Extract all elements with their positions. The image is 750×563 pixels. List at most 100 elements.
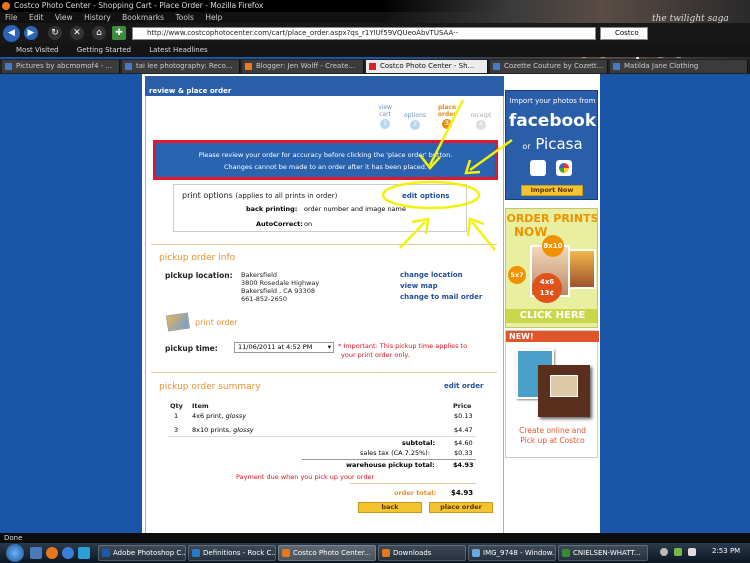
- taskbar-costco[interactable]: Costco Photo Center...: [278, 545, 376, 561]
- pickup-info-title: pickup order info: [159, 253, 236, 263]
- print-options-note: (applies to all prints in order): [235, 192, 338, 200]
- photobook-cover: [538, 365, 590, 417]
- subtotal-label: subtotal:: [402, 439, 436, 447]
- row-item: 8x10 prints,: [192, 426, 232, 434]
- bookmark-getting-started[interactable]: Getting Started: [77, 46, 131, 54]
- step-label: options: [403, 112, 427, 119]
- taskbar-label: Definitions - Rock C...: [203, 549, 276, 557]
- review-alert: Please review your order for accuracy be…: [153, 140, 498, 180]
- tab-matilda[interactable]: Matilda Jane Clothing: [610, 60, 748, 73]
- bookmark-most-visited[interactable]: Most Visited: [16, 46, 59, 54]
- step-number: 1: [380, 119, 390, 129]
- tray-icon[interactable]: [660, 548, 668, 556]
- tax-value: $0.33: [454, 449, 473, 457]
- taskbar-label: Downloads: [393, 549, 432, 557]
- print-options-box: print options (applies to all prints in …: [173, 184, 467, 232]
- menu-edit[interactable]: Edit: [29, 13, 44, 22]
- back-button[interactable]: back: [358, 502, 422, 513]
- taskbar-definitions[interactable]: Definitions - Rock C...: [188, 545, 276, 561]
- home-icon[interactable]: ⌂: [92, 26, 106, 40]
- search-value: Costco: [615, 29, 639, 37]
- tab-pictures[interactable]: Pictures by abcmomof4 - ...: [2, 60, 120, 73]
- show-desktop-icon[interactable]: [30, 547, 42, 559]
- addon-icon[interactable]: ✚: [112, 26, 126, 40]
- tax-label: sales tax (CA 7.25%):: [360, 449, 431, 457]
- blogger-icon: [245, 63, 252, 70]
- row-finish: glossy: [225, 412, 247, 420]
- picasa-icon: [556, 160, 572, 176]
- row-price: $0.13: [454, 412, 473, 420]
- column-price: Price: [453, 402, 472, 410]
- taskbar-cnielsen[interactable]: CNIELSEN-WHATT...: [558, 545, 648, 561]
- network-icon[interactable]: [674, 548, 682, 556]
- volume-icon[interactable]: [688, 548, 696, 556]
- address-bar[interactable]: http://www.costcophotocenter.com/cart/pl…: [132, 27, 596, 40]
- taskbar-downloads[interactable]: Downloads: [378, 545, 466, 561]
- step-label: view cart: [378, 104, 392, 118]
- order-prints-ad[interactable]: ORDER PRINTS NOW 8x10 5x7 4x6 13¢ CLICK …: [505, 208, 598, 328]
- menu-file[interactable]: File: [5, 13, 18, 22]
- important-note-2: your print order only.: [341, 351, 410, 359]
- tab-tai-lee[interactable]: tai lee photography: Reco...: [122, 60, 240, 73]
- import-now-button[interactable]: Import Now: [521, 185, 583, 196]
- media-quicklaunch-icon[interactable]: [78, 547, 90, 559]
- size-8x10-badge: 8x10: [542, 235, 564, 257]
- taskbar-photoshop[interactable]: Adobe Photoshop C...: [98, 545, 186, 561]
- window-icon: [192, 549, 200, 557]
- print-photo-icon: [165, 312, 191, 332]
- step-options[interactable]: options 2: [403, 112, 427, 130]
- change-location-link[interactable]: change location: [400, 271, 463, 279]
- photobooks-ad[interactable]: NEW! PHOTOBOOKS Create online and Pick u…: [505, 330, 599, 458]
- import-text: Import your photos from: [509, 97, 596, 105]
- menu-tools[interactable]: Tools: [175, 13, 193, 22]
- row-finish: glossy: [233, 426, 254, 434]
- menu-help[interactable]: Help: [205, 13, 222, 22]
- facebook-icon: [530, 160, 546, 176]
- stop-icon[interactable]: ✕: [70, 26, 84, 40]
- place-order-button[interactable]: place order: [429, 502, 493, 513]
- view-map-link[interactable]: view map: [400, 282, 438, 290]
- menu-history[interactable]: History: [84, 13, 111, 22]
- reload-icon[interactable]: ↻: [48, 26, 62, 40]
- section-title: review & place order: [145, 86, 504, 96]
- navigation-toolbar: ◀ ▶ ↻ ✕ ⌂ ✚ http://www.costcophotocenter…: [0, 23, 750, 43]
- firefox-icon: [2, 2, 10, 10]
- divider: [302, 459, 476, 460]
- ie-quicklaunch-icon[interactable]: [62, 547, 74, 559]
- store-address-2: Bakersfield , CA 93308: [241, 287, 315, 295]
- change-to-mail-link[interactable]: change to mail order: [400, 293, 482, 301]
- bookmarks-toolbar: Most Visited Getting Started Latest Head…: [0, 43, 750, 57]
- pickup-time-value: 11/06/2011 at 4:52 PM: [238, 343, 313, 351]
- step-place-order: place order 3: [435, 104, 459, 129]
- edit-options-link[interactable]: edit options: [402, 192, 449, 200]
- create-line-1: Create online and: [519, 426, 586, 435]
- step-label: receipt: [470, 112, 492, 119]
- edit-order-link[interactable]: edit order: [444, 382, 483, 390]
- back-icon[interactable]: ◀: [3, 25, 20, 42]
- facebook-logo: facebook: [508, 111, 597, 131]
- click-here-button[interactable]: CLICK HERE: [506, 309, 597, 323]
- menu-view[interactable]: View: [55, 13, 73, 22]
- taskbar-img[interactable]: IMG_9748 - Window...: [468, 545, 556, 561]
- firefox-quicklaunch-icon[interactable]: [46, 547, 58, 559]
- price-4x6: 13¢: [539, 289, 555, 297]
- search-input[interactable]: Costco: [600, 27, 648, 40]
- pickup-time-select[interactable]: 11/06/2011 at 4:52 PM ▾: [234, 342, 334, 353]
- tab-blogger[interactable]: Blogger: Jen Wolff - Create...: [242, 60, 364, 73]
- store-address-1: 3800 Rosedale Highway: [241, 279, 320, 287]
- top-strip: [145, 76, 504, 86]
- chevron-down-icon: ▾: [327, 343, 331, 351]
- menu-bookmarks[interactable]: Bookmarks: [122, 13, 164, 22]
- picasa-logo: Picasa: [535, 135, 583, 153]
- clock[interactable]: 2:53 PM: [712, 547, 740, 555]
- tab-label: Blogger: Jen Wolff - Create...: [256, 62, 356, 70]
- tab-cozette[interactable]: Cozette Couture by Cozett...: [490, 60, 608, 73]
- start-button[interactable]: [6, 544, 24, 562]
- import-photos-ad[interactable]: Import your photos from facebook or Pica…: [505, 90, 598, 200]
- forward-icon[interactable]: ▶: [24, 26, 38, 40]
- bookmark-latest-headlines[interactable]: Latest Headlines: [149, 46, 207, 54]
- tab-bar: Pictures by abcmomof4 - ... tai lee phot…: [0, 59, 750, 74]
- step-view-cart[interactable]: view cart 1: [373, 104, 397, 129]
- tab-costco[interactable]: Costco Photo Center - Sh...: [366, 60, 488, 73]
- important-note: * Important: This pickup time applies to…: [338, 342, 467, 360]
